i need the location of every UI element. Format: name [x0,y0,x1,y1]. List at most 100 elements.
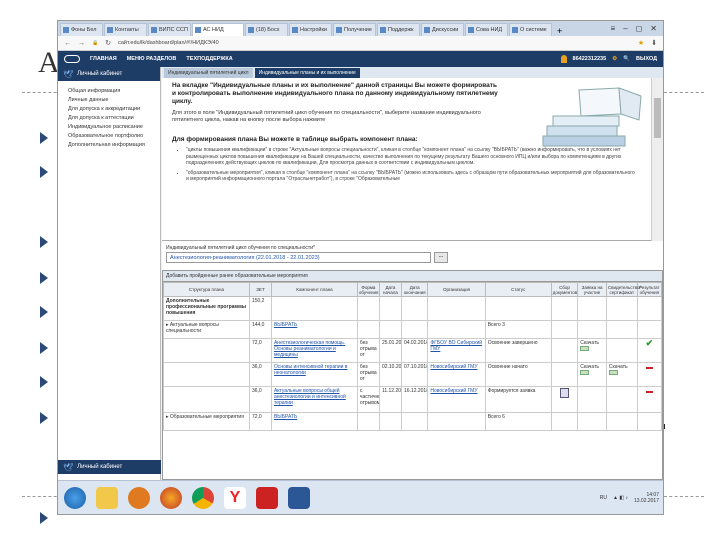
browser-tab[interactable]: ВИПС ССП [148,23,191,36]
bullet-arrow-icon [40,512,48,524]
chrome-icon[interactable] [192,486,214,509]
reload-button[interactable]: ↻ [105,39,111,47]
yandex-icon[interactable]: Y [224,486,246,509]
nav-support[interactable]: ТЕХПОДДЕРЖКА [186,56,232,62]
cell-status: Всего 3 [484,320,552,339]
bookmark-star-icon[interactable]: ★ [638,39,644,47]
slide-divider [22,92,62,93]
media-player-icon[interactable] [128,486,150,509]
browser-tab[interactable]: Получение [333,23,376,36]
browser-tab[interactable]: (18) Босх [245,23,288,36]
cell-status: Всего 6 [484,412,552,431]
minimize-button[interactable]: – [623,24,627,33]
cell-start: 02.10.2018 [378,362,402,387]
maximize-button[interactable]: ◻ [636,24,643,33]
cabinet-item-extra[interactable]: Дополнительная информация [58,141,160,150]
info-heading: На вкладке "Индивидуальные планы и их вы… [172,82,498,105]
plan-choose-button[interactable]: ... [434,252,448,263]
plan-select[interactable]: Анестезиология-реаниматология (22.01.201… [166,252,431,263]
url-field[interactable]: сайт.edu/lk/dashboard/plan/#!/НИДКЭ/40 [118,40,631,46]
upload-button[interactable] [580,370,590,375]
choose-link[interactable]: ВЫБРАТЬ [274,322,297,328]
upload-button[interactable] [580,346,590,351]
table-row: 72,0 Анестезиологическая помощь. Основы … [163,338,663,363]
browser-tab[interactable]: Дискуссии [421,23,464,36]
menu-icon[interactable]: ≡ [611,24,616,33]
screenshot: Фоны Бел Контакты ВИПС ССП АС НИД (18) Б… [57,20,664,515]
cabinet-item-attestation[interactable]: Для допуска к аттестации [58,114,160,123]
site-top-nav: ГЛАВНАЯ МЕНЮ РАЗДЕЛОВ ТЕХПОДДЕРЖКА 86422… [58,51,663,67]
user-login[interactable]: 86422312235 [573,56,607,62]
col-form: Форма обучения [356,282,380,297]
bullet-arrow-icon [40,306,48,318]
browser-tab[interactable]: Поддержк [377,23,420,36]
favicon-icon [248,27,254,33]
minus-icon [645,391,653,393]
scrollbar-thumb[interactable] [654,98,661,138]
main-content: Индивидуальный пятилетний цикл Индивидуа… [162,67,663,480]
edit-icon[interactable] [560,388,569,398]
language-indicator[interactable]: RU [600,495,607,501]
clock: 14:07 13.02.2017 [633,491,659,504]
col-result: Результат обучения [636,282,663,297]
cell-zet: 36,0 [248,386,272,413]
cell-structure[interactable]: ▸ Образовательные мероприятия [163,412,250,431]
favicon-icon [468,27,474,33]
org-link[interactable]: Новосибирский ГМУ [430,388,477,394]
favicon-icon [336,27,342,33]
content-tabs: Индивидуальный пятилетний цикл Индивидуа… [162,67,663,78]
favicon-icon [424,27,430,33]
slide-divider [22,496,62,497]
cabinet-item-personal[interactable]: Личные данные [58,96,160,105]
close-button[interactable]: ✕ [650,24,657,33]
bullet-arrow-icon [40,272,48,284]
new-tab-button[interactable]: + [553,26,566,36]
browser-tab[interactable]: Контакты [104,23,147,36]
download-icon[interactable]: ⬇ [651,39,657,47]
explorer-icon[interactable] [96,486,118,509]
start-button-icon[interactable] [64,486,86,509]
word-icon[interactable] [288,486,310,509]
choose-link[interactable]: ВЫБРАТЬ [274,414,297,420]
browser-tab[interactable]: О системе [509,23,552,36]
cabinet-item-general[interactable]: Общая информация [58,87,160,96]
back-button[interactable]: ← [64,40,71,47]
org-link[interactable]: ФГБОУ ВО Сибирский ГМУ [430,340,482,352]
col-start: Дата начала [378,282,402,297]
add-past-events-link[interactable]: Добавить пройденные ранее образовательны… [163,271,662,282]
cabinet-item-portfolio[interactable]: Образовательное портфолио [58,132,160,141]
course-link[interactable]: Анестезиологическая помощь. Основы реани… [274,340,345,358]
upload-button[interactable] [608,370,618,375]
col-structure: Структура плана [163,282,250,297]
course-link[interactable]: Актуальные вопросы общей анестезиологии … [274,388,346,406]
cell-end: 16.12.2018 [400,386,429,413]
course-link[interactable]: Основы интенсивной терапии в неонатологи… [274,364,348,376]
cell-structure[interactable]: ▸ Актуальные вопросы специальности [163,320,250,339]
cabinet-footer: 🕊 Личный кабинет [58,460,161,474]
tab-five-year-cycle[interactable]: Индивидуальный пятилетний цикл [164,68,253,78]
browser-tab[interactable]: Фоны Бел [60,23,103,36]
nav-sections-menu[interactable]: МЕНЮ РАЗДЕЛОВ [127,56,177,62]
exit-link[interactable]: ВЫХОД [636,56,657,62]
bullet-arrow-icon [40,376,48,388]
cabinet-item-schedule[interactable]: Индивидуальное расписание [58,123,160,132]
cell-zet: 144,0 [248,320,272,339]
bullet-arrow-icon [40,412,48,424]
info-scrollbar[interactable] [651,78,663,241]
forward-button[interactable]: → [78,40,85,47]
settings-icon[interactable]: ⚙ [612,56,617,62]
site-logo-icon [64,55,80,63]
cell-zet: 72,0 [248,338,272,363]
search-icon[interactable]: 🔍 [623,56,630,62]
tab-individual-plans[interactable]: Индивидуальные планы и их выполнение [254,68,360,78]
browser-tab[interactable]: Сова НИД [465,23,508,36]
firefox-icon[interactable] [160,486,182,509]
books-illustration-icon [542,87,642,147]
table-row: Дополнительные профессиональные программ… [163,296,663,321]
pdf-icon[interactable] [256,486,278,509]
org-link[interactable]: Новосибирский ГМУ [430,364,477,370]
browser-tab[interactable]: Настройки [289,23,332,36]
cabinet-item-accreditation[interactable]: Для допуска к аккредитации [58,105,160,114]
nav-main[interactable]: ГЛАВНАЯ [90,56,117,62]
browser-tab-active[interactable]: АС НИД [192,23,244,36]
